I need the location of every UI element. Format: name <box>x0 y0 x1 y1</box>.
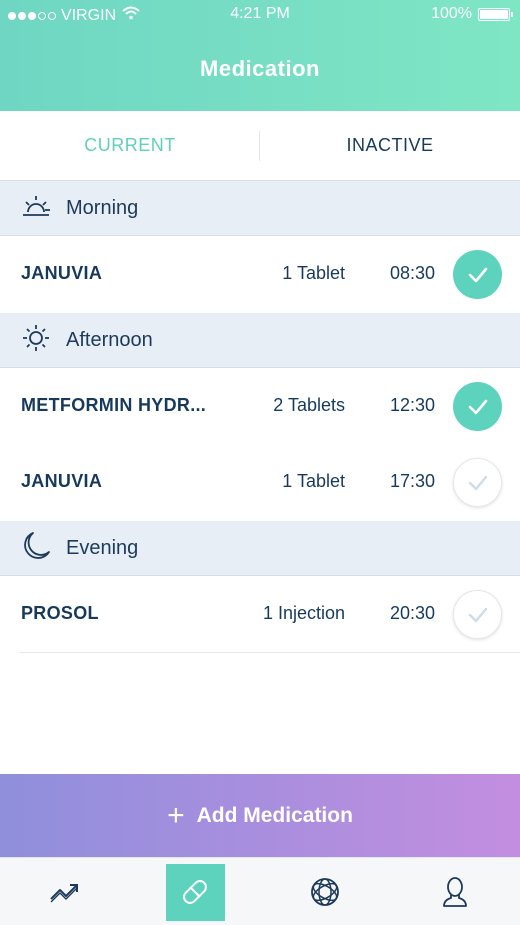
sun-icon <box>20 322 52 359</box>
untaken-check-button[interactable] <box>453 590 502 639</box>
section-label: Morning <box>66 196 139 219</box>
medication-row[interactable]: JANUVIA 1 Tablet 08:30 <box>0 236 520 313</box>
medication-dose: 1 Tablet <box>282 471 345 491</box>
medication-time: 20:30 <box>390 603 436 623</box>
row-divider <box>20 652 520 653</box>
medication-name: JANUVIA <box>21 263 103 283</box>
pill-icon <box>183 880 207 904</box>
section-header-evening: Evening <box>0 521 520 576</box>
tab-orbit[interactable] <box>260 858 390 925</box>
medication-row[interactable]: PROSOL 1 Injection 20:30 <box>0 576 520 653</box>
battery-icon <box>478 7 513 21</box>
tab-medication[interactable] <box>130 858 260 925</box>
trend-icon <box>50 884 78 903</box>
tab-divider <box>259 131 260 161</box>
sunrise-icon <box>20 190 52 227</box>
taken-check-button[interactable] <box>453 382 502 431</box>
checkmark-icon <box>468 607 487 622</box>
add-medication-label: Add Medication <box>196 803 353 827</box>
profile-icon <box>443 877 467 907</box>
page-title: Medication <box>200 56 320 81</box>
medication-row[interactable]: JANUVIA 1 Tablet 17:30 <box>0 444 520 521</box>
checkmark-icon <box>468 267 487 282</box>
segment-tabs: CURRENT INACTIVE <box>0 111 520 181</box>
medication-name: JANUVIA <box>21 471 103 491</box>
bottom-tab-bar <box>0 857 520 925</box>
medication-time: 08:30 <box>390 263 436 283</box>
checkmark-icon <box>468 475 487 490</box>
taken-check-button[interactable] <box>453 250 502 299</box>
add-medication-button[interactable]: + Add Medication <box>0 774 520 857</box>
untaken-check-button[interactable] <box>453 458 502 507</box>
tab-inactive[interactable]: INACTIVE <box>260 111 520 180</box>
orbit-icon <box>311 878 339 906</box>
medication-time: 17:30 <box>390 471 436 491</box>
plus-icon: + <box>167 798 185 832</box>
header: VIRGIN 4:21 PM 100% Medication <box>0 0 520 111</box>
moon-icon <box>20 530 52 567</box>
checkmark-icon <box>468 399 487 414</box>
medication-dose: 1 Tablet <box>282 263 345 283</box>
medication-name: METFORMIN HYDR... <box>21 395 207 415</box>
status-bar: VIRGIN 4:21 PM 100% <box>0 0 520 30</box>
medication-name: PROSOL <box>21 603 99 623</box>
section-label: Evening <box>66 536 139 559</box>
section-header-morning: Morning <box>0 181 520 236</box>
section-header-afternoon: Afternoon <box>0 313 520 368</box>
tab-current[interactable]: CURRENT <box>0 111 260 180</box>
medication-dose: 1 Injection <box>262 603 345 623</box>
tab-profile[interactable] <box>390 858 520 925</box>
battery-percent: 100% <box>431 5 472 22</box>
medication-dose: 2 Tablets <box>273 395 345 415</box>
medication-time: 12:30 <box>390 395 436 415</box>
section-label: Afternoon <box>66 328 153 351</box>
tab-trends[interactable] <box>0 858 130 925</box>
medication-row[interactable]: METFORMIN HYDR... 2 Tablets 12:30 <box>0 368 520 445</box>
